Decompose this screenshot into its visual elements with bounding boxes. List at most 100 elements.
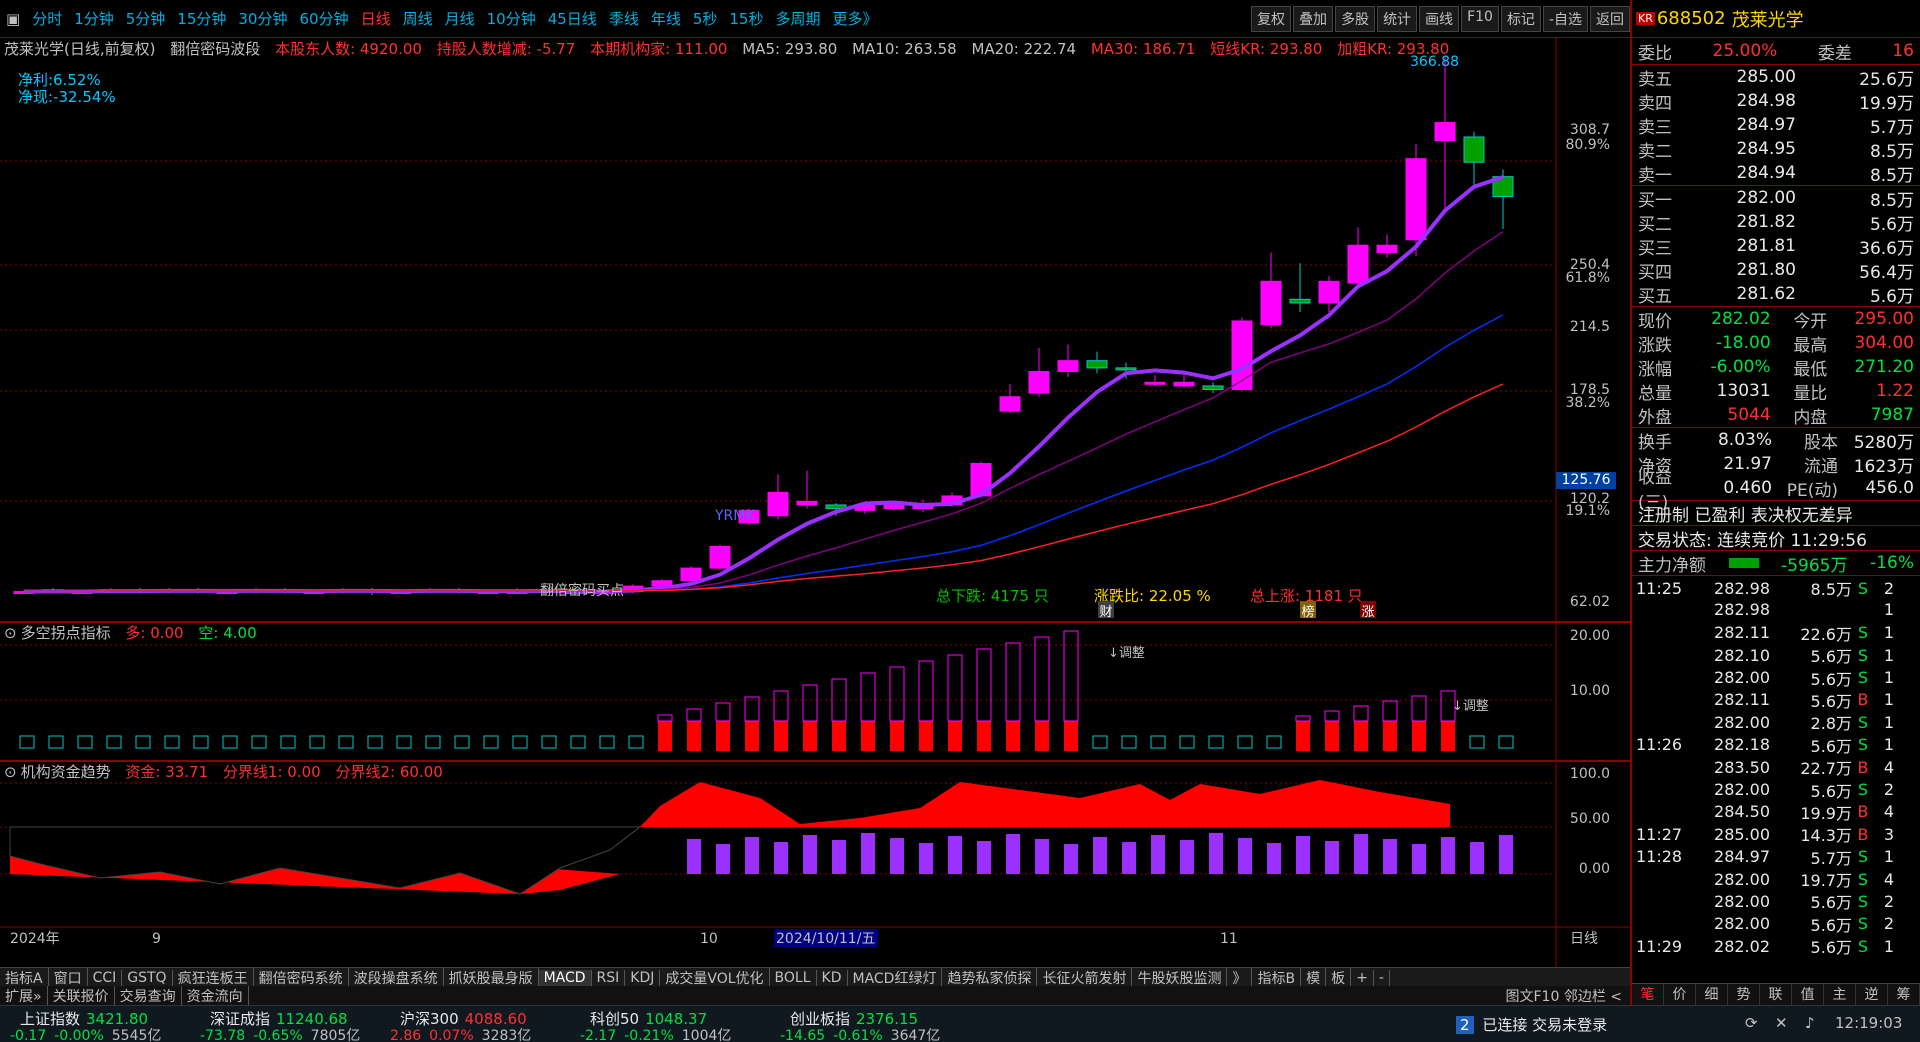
ask-row[interactable]: 卖四 284.98 19.9万 — [1632, 89, 1920, 114]
down-count: 总下跌: 4175 只 — [936, 587, 1049, 605]
bid-row[interactable]: 买二 281.82 5.6万 — [1632, 210, 1920, 235]
tool-button-3[interactable]: 统计 — [1377, 6, 1418, 32]
fund-purple-bar — [687, 839, 701, 874]
tool-button-5[interactable]: F10 — [1461, 6, 1499, 32]
bang-badge[interactable]: 榜 — [1300, 601, 1316, 620]
indicator-tab-0[interactable]: 指标A — [0, 967, 49, 988]
ind2-cyan-bar — [77, 735, 93, 749]
indicator-tab-12[interactable]: BOLL — [770, 969, 817, 986]
period-16[interactable]: 更多》 — [833, 8, 878, 29]
period-3[interactable]: 15分钟 — [177, 8, 226, 29]
period-1[interactable]: 1分钟 — [74, 8, 114, 29]
tool-button-7[interactable]: -自选 — [1542, 6, 1588, 32]
high-price-tag: 366.88 — [1410, 54, 1459, 70]
tool-button-6[interactable]: 标记 — [1500, 6, 1541, 32]
tools-icon[interactable]: ✕ — [1775, 1014, 1788, 1032]
indicator-tab-22[interactable]: + — [1351, 969, 1374, 986]
panel-tab-4[interactable]: 联 — [1760, 984, 1792, 1005]
ind2-name[interactable]: 多空拐点指标 — [21, 624, 111, 642]
indicator-tab-6[interactable]: 波段操盘系统 — [349, 967, 444, 988]
bid-row[interactable]: 买一 282.00 8.5万 — [1632, 186, 1920, 211]
indicator-tab-4[interactable]: 疯狂连板王 — [173, 967, 254, 988]
ind2-magenta-bar — [686, 708, 702, 722]
period-13[interactable]: 5秒 — [693, 8, 718, 29]
fund-value: 5280万 — [1853, 432, 1914, 453]
refresh-icon[interactable]: ⟳ — [1745, 1014, 1758, 1032]
cai-badge[interactable]: 财 — [1098, 601, 1114, 620]
indicator-tab-23[interactable]: - — [1374, 969, 1390, 986]
ind3-name[interactable]: 机构资金趋势 — [21, 763, 111, 781]
indicator-tab-11[interactable]: 成交量VOL优化 — [660, 967, 770, 988]
indicator-tab-21[interactable]: 板 — [1326, 967, 1352, 988]
chart-canvas[interactable]: 308.780.9%250.461.8%214.5178.538.2%120.2… — [0, 38, 1630, 968]
indicator-tab-14[interactable]: MACD红绿灯 — [848, 967, 943, 988]
tick-row: 282.00 19.7万 S 4 — [1632, 867, 1920, 891]
period-7[interactable]: 周线 — [403, 8, 433, 29]
ext-tab-2[interactable]: 交易查询 — [115, 985, 182, 1006]
f10-neighbor-tab[interactable]: 图文F10 邻边栏 < — [1506, 986, 1631, 1006]
tool-button-0[interactable]: 复权 — [1251, 6, 1292, 32]
connection-status[interactable]: 2 已连接 交易未登录 — [1456, 1014, 1607, 1035]
panel-tab-5[interactable]: 值 — [1792, 984, 1824, 1005]
period-11[interactable]: 季线 — [609, 8, 639, 29]
ext-tab-0[interactable]: 扩展» — [0, 985, 48, 1006]
indicator-tab-17[interactable]: 牛股妖股监测 — [1132, 967, 1228, 988]
panel-tab-2[interactable]: 细 — [1696, 984, 1728, 1005]
bid-row[interactable]: 买四 281.80 56.4万 — [1632, 258, 1920, 283]
bell-icon[interactable]: ♪ — [1805, 1014, 1815, 1032]
panel-tab-3[interactable]: 势 — [1728, 984, 1760, 1005]
ind2-duo: 多: 0.00 — [125, 624, 184, 642]
tool-button-2[interactable]: 多股 — [1335, 6, 1376, 32]
panel-tab-8[interactable]: 筹 — [1888, 984, 1920, 1005]
period-2[interactable]: 5分钟 — [126, 8, 166, 29]
ind3-icon[interactable]: ⊙ — [4, 763, 17, 781]
indicator-tab-9[interactable]: RSI — [592, 969, 626, 986]
price-axis-label: 80.9% — [1566, 137, 1610, 153]
period-0[interactable]: 分时 — [32, 8, 62, 29]
tick-count: 1 — [1883, 847, 1894, 867]
indicator-tab-13[interactable]: KD — [817, 969, 848, 986]
tool-button-8[interactable]: 返回 — [1590, 6, 1630, 32]
indicator-tab-2[interactable]: CCI — [88, 969, 123, 986]
tick-side: S — [1857, 847, 1869, 867]
indicator-tab-16[interactable]: 长征火箭发射 — [1037, 967, 1133, 988]
panel-tab-0[interactable]: 笔 — [1632, 984, 1664, 1005]
tool-button-1[interactable]: 叠加 — [1293, 6, 1334, 32]
tick-side: S — [1857, 578, 1869, 598]
period-12[interactable]: 年线 — [651, 8, 681, 29]
indicator-tab-20[interactable]: 模 — [1301, 967, 1327, 988]
indicator-tab-3[interactable]: GSTQ — [122, 969, 173, 986]
ask-row[interactable]: 卖五 285.00 25.6万 — [1632, 65, 1920, 90]
ask-row[interactable]: 卖二 284.95 8.5万 — [1632, 137, 1920, 162]
indicator-tab-1[interactable]: 窗口 — [49, 967, 88, 988]
zhang-badge[interactable]: 涨 — [1360, 601, 1376, 620]
period-14[interactable]: 15秒 — [729, 8, 763, 29]
ext-tab-1[interactable]: 关联报价 — [48, 985, 115, 1006]
period-6[interactable]: 日线 — [361, 8, 391, 29]
period-10[interactable]: 45日线 — [548, 8, 597, 29]
bid-row[interactable]: 买三 281.81 36.6万 — [1632, 234, 1920, 259]
period-15[interactable]: 多周期 — [775, 8, 820, 29]
panel-tab-1[interactable]: 价 — [1664, 984, 1696, 1005]
ask-row[interactable]: 卖三 284.97 5.7万 — [1632, 113, 1920, 138]
indicator-tab-5[interactable]: 翻倍密码系统 — [254, 967, 349, 988]
indicator-tab-18[interactable]: 》 — [1227, 967, 1253, 988]
indicator-tab-10[interactable]: KDJ — [625, 969, 661, 986]
period-4[interactable]: 30分钟 — [238, 8, 287, 29]
ask-row[interactable]: 卖一 284.94 8.5万 — [1632, 161, 1920, 186]
sidebar-toggle-icon[interactable]: ▣ — [6, 10, 20, 28]
panel-tab-6[interactable]: 主 — [1824, 984, 1856, 1005]
period-9[interactable]: 10分钟 — [487, 8, 536, 29]
period-8[interactable]: 月线 — [445, 8, 475, 29]
indicator-tab-15[interactable]: 趋势私家侦探 — [942, 967, 1038, 988]
tick-side: S — [1857, 623, 1869, 643]
period-5[interactable]: 60分钟 — [299, 8, 348, 29]
indicator-tab-19[interactable]: 指标B — [1252, 967, 1302, 988]
indicator-tab-8[interactable]: MACD — [538, 969, 592, 986]
panel-tab-7[interactable]: 逆 — [1856, 984, 1888, 1005]
indicator-tab-7[interactable]: 抓妖股最身版 — [444, 967, 539, 988]
ext-tab-3[interactable]: 资金流向 — [182, 985, 249, 1006]
ind2-icon[interactable]: ⊙ — [4, 624, 17, 642]
tool-button-4[interactable]: 画线 — [1419, 6, 1460, 32]
bid-row[interactable]: 买五 281.62 5.6万 — [1632, 282, 1920, 307]
